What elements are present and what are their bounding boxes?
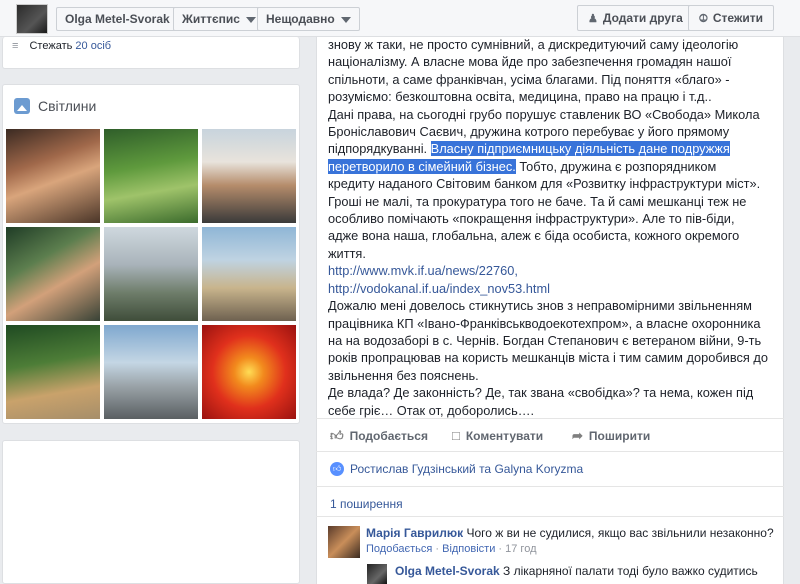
- add-friend-button[interactable]: ♟ Додати друга: [577, 5, 694, 31]
- post-line: Дані права, на сьогодні грубо порушує ст…: [328, 106, 760, 122]
- post-line: адже вона наша, глобальна, алеж є біда о…: [328, 228, 740, 244]
- post-line: розуміємо: безкоштовна освіта, медицина,…: [328, 89, 712, 105]
- post-line: працівника КП «Івано-Франківськводоекоте…: [328, 315, 761, 331]
- add-friend-label: Додати друга: [602, 11, 683, 25]
- comment-button[interactable]: □ Коментувати: [452, 428, 543, 443]
- post-line: спільноти, а саме франківчан, усіма благ…: [328, 71, 730, 87]
- divider: [316, 516, 784, 517]
- photo-thumbnail[interactable]: [104, 325, 198, 419]
- post-line: знову ж таки, не просто сумнівний, а дис…: [328, 37, 739, 52]
- comment-label: Коментувати: [465, 428, 544, 443]
- post-line: життя.: [328, 245, 366, 261]
- comment-reply-link[interactable]: Відповісти: [442, 543, 495, 555]
- divider: [316, 486, 784, 487]
- photo-thumbnail[interactable]: [202, 129, 296, 223]
- comment-like-link[interactable]: Подобається: [366, 543, 432, 555]
- post-line: на на водозаборі в с. Чернів. Богдан Сте…: [328, 332, 762, 348]
- selected-text: перетворило в сімейний бізнес.: [328, 158, 516, 174]
- profile-thumbnail[interactable]: [16, 4, 48, 34]
- reply-author[interactable]: Olga Metel-Svorak: [395, 564, 500, 578]
- recent-tab[interactable]: Нещодавно: [257, 7, 360, 31]
- share-label: Поширити: [588, 429, 651, 443]
- photo-thumbnail[interactable]: [6, 227, 100, 321]
- thumbs-up-icon: 👍︎: [330, 428, 344, 443]
- post-line: особливо помічають «покращення інфрастру…: [328, 211, 735, 227]
- chevron-down-icon: [245, 16, 256, 23]
- selected-text: Власну підприємницьку діяльність дане по…: [430, 141, 730, 157]
- followers-count-link[interactable]: 20 осіб: [75, 40, 111, 52]
- post-line: себе гріє… Отак от, доборолись….: [328, 402, 535, 418]
- comment-author[interactable]: Марія Гаврилюк: [366, 526, 463, 540]
- comment-meta: Подобається · Відповісти · 17 год: [366, 543, 537, 555]
- divider: [316, 418, 784, 419]
- share-button[interactable]: ➦ Поширити: [572, 428, 650, 444]
- photos-title: Світлини: [38, 98, 97, 114]
- chevron-down-icon: [340, 16, 351, 23]
- photo-thumbnail[interactable]: [6, 129, 100, 223]
- avatar[interactable]: [367, 564, 387, 584]
- post-line: років пропрацював на користь мешканців м…: [328, 350, 768, 366]
- post-line: Де влада? Де законність? Де, так звана «…: [328, 385, 754, 401]
- profile-name-tab[interactable]: Olga Metel-Svorak: [56, 7, 179, 31]
- photo-thumbnail[interactable]: [202, 227, 296, 321]
- follow-button[interactable]: ⦹ Стежити: [688, 5, 775, 31]
- reply-body: Olga Metel-Svorak З лікарняної палати то…: [395, 564, 758, 578]
- divider: [316, 451, 784, 452]
- post-link[interactable]: http://www.mvk.if.ua/news/22760,: [328, 262, 780, 279]
- sidebar-card: [2, 440, 300, 584]
- comment-text: Чого ж ви не судилися, якщо вас звільнил…: [466, 526, 774, 540]
- photo-thumbnail[interactable]: [202, 325, 296, 419]
- photo-thumbnail[interactable]: [104, 227, 198, 321]
- post-line: Дожалю мені довелось стикнутись знов з н…: [328, 298, 752, 314]
- photo-thumbnail[interactable]: [6, 325, 100, 419]
- comment-icon: □: [452, 428, 460, 443]
- photo-thumbnail[interactable]: [104, 129, 198, 223]
- post-line: Гроші не малі, та прокуратура того не ба…: [328, 193, 747, 209]
- likes-summary[interactable]: 👍︎ Ростислав Гудзінський та Galyna Koryz…: [330, 462, 583, 476]
- like-reaction-icon: 👍︎: [330, 462, 344, 476]
- post-line: кредиту наданого Світовим банком для «Ро…: [328, 176, 761, 192]
- follow-label: Стежити: [712, 11, 764, 25]
- timeline-tab-label: Життєпис: [182, 12, 240, 26]
- avatar[interactable]: [328, 526, 360, 558]
- likes-names[interactable]: Ростислав Гудзінський та Galyna Koryzma: [350, 462, 583, 476]
- post-line: Тобто, дружина є розпорядником: [515, 158, 717, 174]
- comment-time[interactable]: 17 год: [505, 543, 536, 555]
- share-icon: ➦: [572, 428, 583, 443]
- followers-icon: ≡: [12, 40, 19, 52]
- post-line: підпорядкуванні.: [328, 141, 428, 157]
- recent-tab-label: Нещодавно: [266, 12, 335, 26]
- rss-icon: ⦹: [699, 13, 708, 25]
- followers-row: ≡ Стежать 20 осіб: [12, 40, 111, 52]
- post-text: знову ж таки, не просто сумнівний, а дис…: [328, 36, 780, 419]
- reply-text: З лікарняної палати тоді було важко суди…: [503, 564, 758, 578]
- shares-count[interactable]: 1 поширення: [330, 497, 403, 511]
- add-person-icon: ♟: [588, 13, 598, 25]
- profile-top-bar: Olga Metel-Svorak Життєпис Нещодавно ♟ До…: [0, 0, 800, 37]
- photo-icon: [14, 98, 30, 114]
- like-label: Подобається: [349, 429, 428, 443]
- post-line: звільнення без пояснень.: [328, 367, 479, 383]
- post-line: націоналізму. А власне мова йде про забе…: [328, 54, 732, 70]
- followers-prefix: Стежать: [29, 40, 73, 52]
- photos-header[interactable]: Світлини: [14, 98, 96, 114]
- comment-body: Марія Гаврилюк Чого ж ви не судилися, як…: [366, 525, 774, 541]
- scrollbar-track[interactable]: [786, 37, 800, 584]
- post-link[interactable]: http://vodokanal.if.ua/index_nov53.html: [328, 280, 780, 297]
- like-button[interactable]: 👍︎ Подобається: [330, 428, 428, 444]
- timeline-tab[interactable]: Життєпис: [173, 7, 265, 31]
- post-line: Броніславович Саєвич, дружина котрого пе…: [328, 124, 730, 140]
